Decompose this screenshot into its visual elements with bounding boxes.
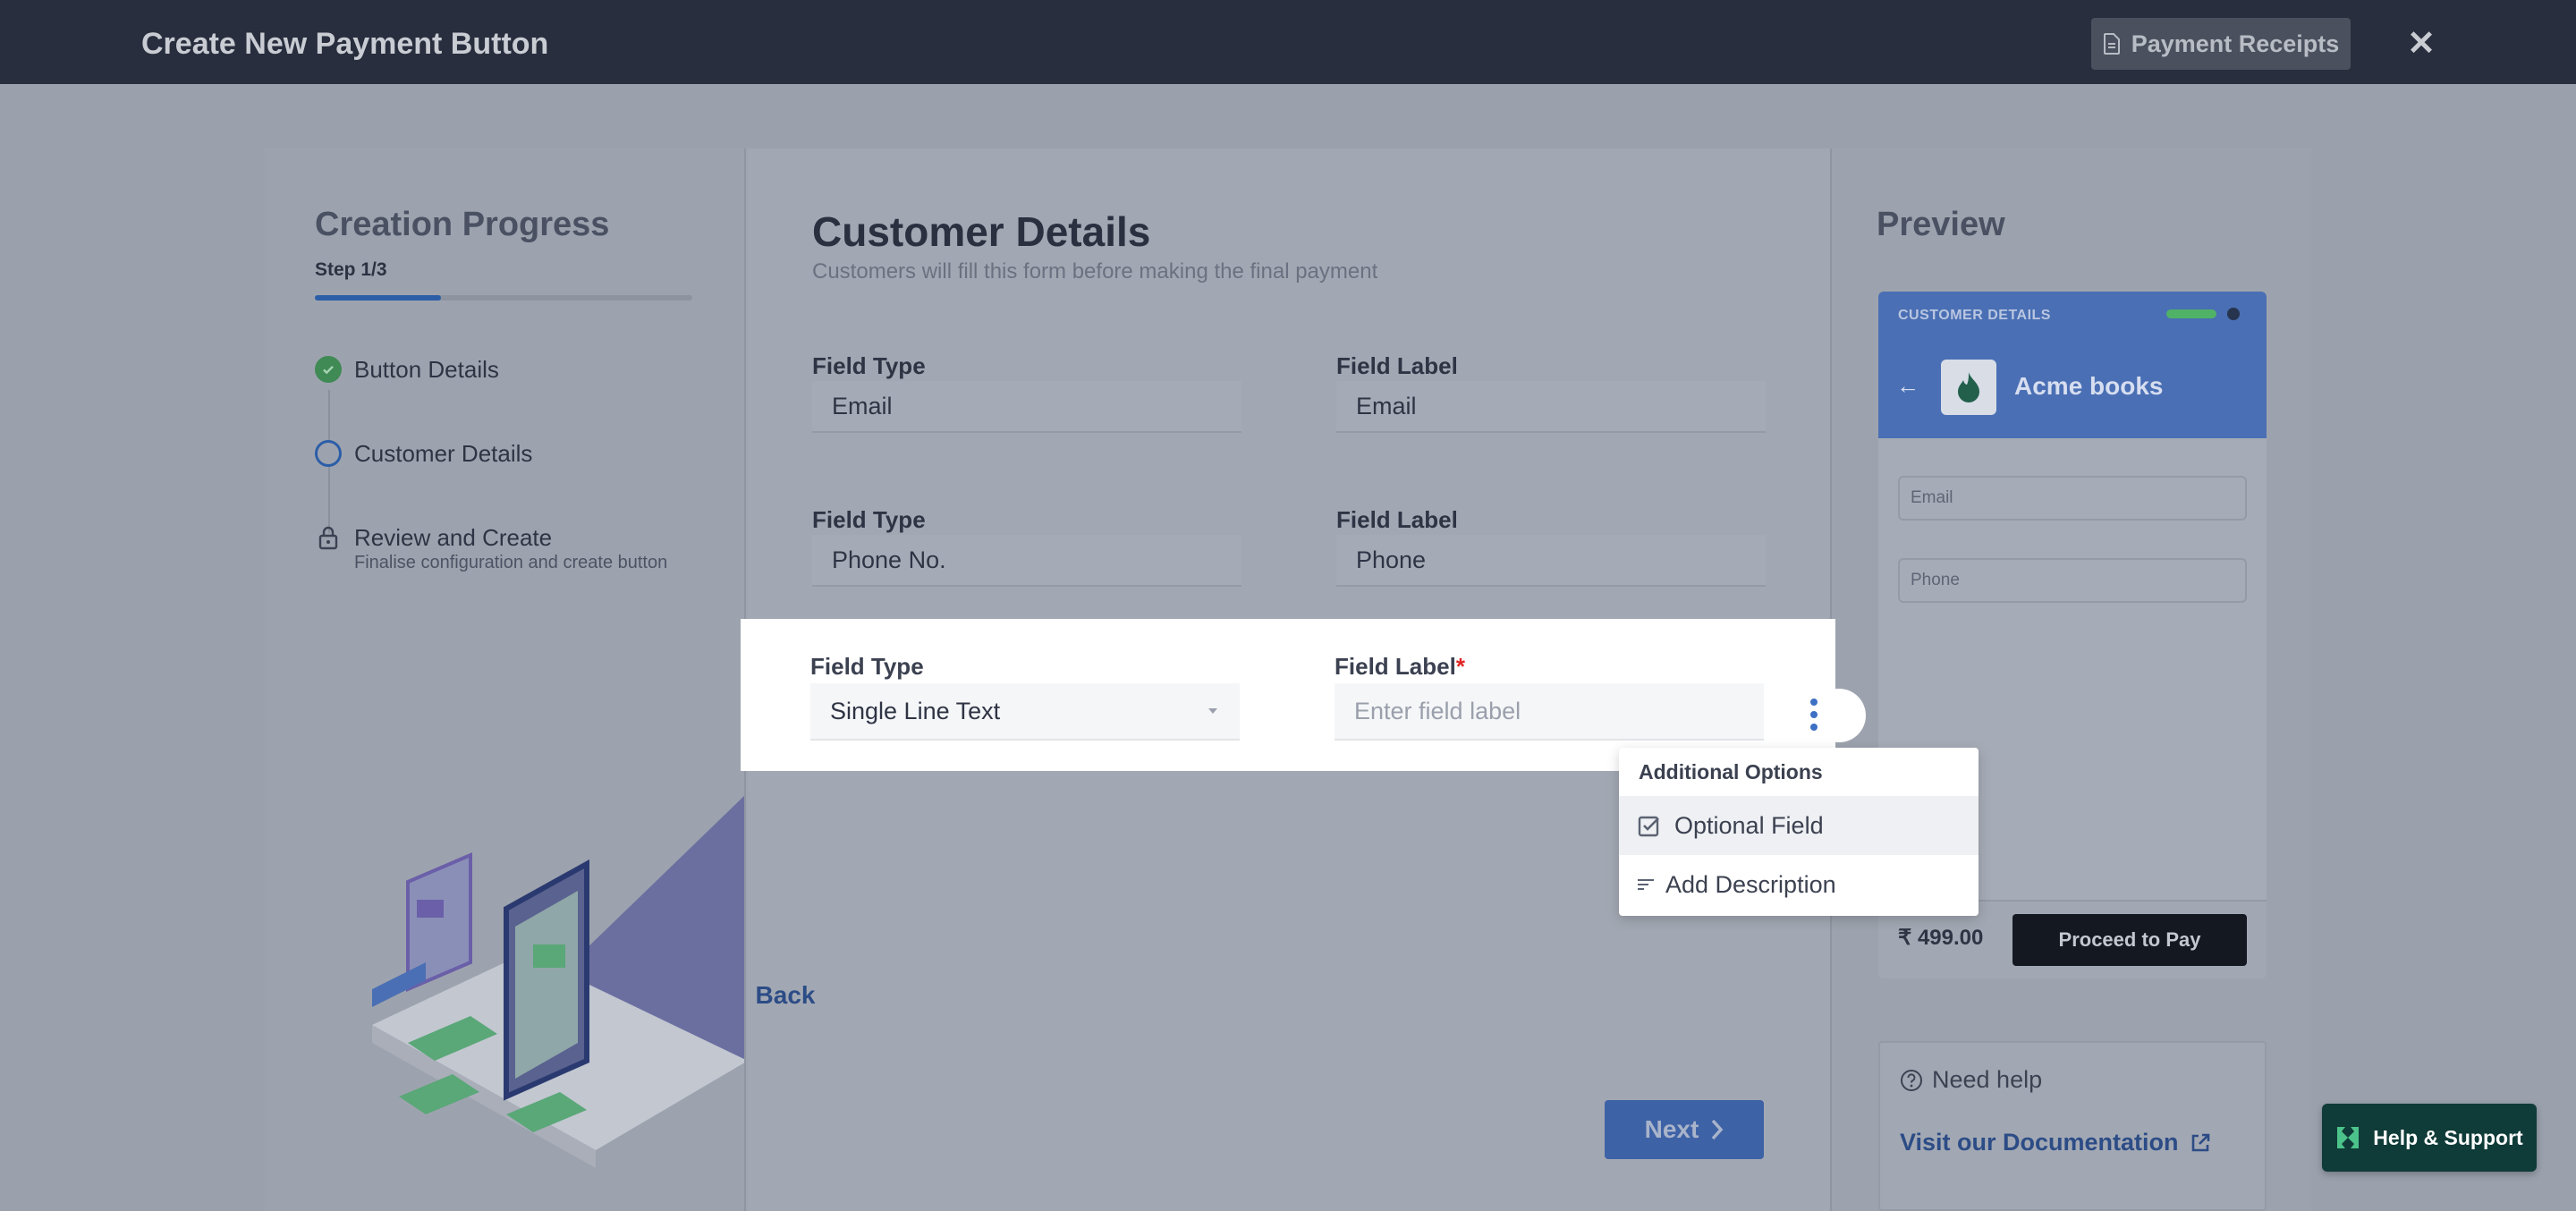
circle-icon (315, 440, 342, 467)
help-support-button[interactable]: Help & Support (2322, 1104, 2537, 1172)
field-label-input[interactable]: Enter field label (1335, 683, 1764, 741)
page-title: Create New Payment Button (141, 27, 549, 61)
document-icon (2103, 33, 2120, 55)
step-label: Review and Create (354, 524, 553, 551)
help-support-icon (2337, 1127, 2360, 1148)
step-description: Finalise configuration and create button (354, 553, 668, 572)
progress-panel: Creation Progress Step 1/3 Button Detail… (265, 148, 746, 1211)
step-counter: Step 1/3 (315, 259, 387, 280)
question-circle-icon (1901, 1069, 1922, 1091)
close-icon: ✕ (2407, 24, 2436, 63)
menu-item-add-description[interactable]: Add Description (1619, 855, 1979, 914)
next-button[interactable]: Next (1605, 1100, 1764, 1159)
field-label-text: Field Label (1335, 653, 1456, 680)
required-marker: * (1455, 653, 1465, 680)
menu-item-label: Optional Field (1674, 811, 1824, 839)
need-help-label: Need help (1932, 1066, 2043, 1093)
documentation-link[interactable]: Visit our Documentation (1900, 1129, 2211, 1156)
step-button-details[interactable]: Button Details (315, 356, 499, 383)
merchant-logo (1941, 360, 1996, 415)
progress-title: Creation Progress (315, 206, 610, 243)
preview-progress-bar (2166, 309, 2216, 318)
next-label: Next (1644, 1115, 1699, 1143)
step-label: Button Details (354, 356, 499, 383)
external-link-icon (2191, 1133, 2209, 1151)
preview-price: ₹ 499.00 (1898, 926, 1984, 950)
documentation-link-label: Visit our Documentation (1900, 1129, 2179, 1156)
preview-header-label: CUSTOMER DETAILS (1898, 308, 2051, 323)
more-options-button[interactable] (1787, 690, 1841, 739)
field-label-label: Field Label (1336, 352, 1458, 379)
field-label-label: Field Label (1336, 506, 1458, 533)
section-subtitle: Customers will fill this form before mak… (812, 259, 1378, 284)
field-label-input[interactable]: Email (1336, 381, 1766, 433)
flame-icon (1958, 372, 1979, 402)
proceed-to-pay-button: Proceed to Pay (2012, 914, 2247, 966)
preview-panel: Preview CUSTOMER DETAILS ← Acme books Em… (1830, 148, 2311, 1211)
chevron-right-icon (1712, 1119, 1724, 1140)
step-review-and-create[interactable]: Review and Create Finalise configuration… (315, 524, 667, 574)
field-type-select[interactable]: Email (812, 381, 1241, 433)
preview-progress-dot (2227, 308, 2240, 320)
close-button[interactable]: ✕ (2406, 21, 2436, 64)
step-customer-details[interactable]: Customer Details (315, 440, 532, 467)
field-type-label: Field Type (812, 506, 926, 533)
field-type-dropdown[interactable]: Single Line Text (810, 683, 1240, 741)
field-label-input[interactable]: Phone (1336, 535, 1766, 587)
need-help: Need help (1900, 1066, 2042, 1094)
field-type-select[interactable]: Phone No. (812, 535, 1241, 587)
top-bar: Create New Payment Button Payment Receip… (0, 0, 2576, 84)
check-circle-icon (315, 356, 342, 383)
back-button[interactable]: Back (741, 966, 830, 1025)
field-label-label: Field Label* (1335, 653, 1465, 681)
menu-item-label: Add Description (1665, 870, 1836, 898)
progress-bar (315, 295, 692, 301)
payment-illustration (372, 795, 744, 1168)
help-card: Need help Visit our Documentation (1878, 1041, 2267, 1211)
payment-receipts-label: Payment Receipts (2131, 30, 2340, 57)
arrow-left-icon: ← (1896, 372, 1919, 399)
kebab-menu-icon (1810, 699, 1818, 731)
merchant-name: Acme books (2014, 372, 2164, 400)
preview-phone-field: Phone (1898, 558, 2247, 603)
preview-header: CUSTOMER DETAILS ← Acme books (1878, 292, 2267, 438)
text-lines-icon (1638, 879, 1654, 890)
lock-icon (315, 524, 342, 551)
payment-receipts-button[interactable]: Payment Receipts (2091, 18, 2351, 70)
step-label: Customer Details (354, 440, 533, 467)
menu-header: Additional Options (1639, 760, 1823, 783)
progress-bar-fill (315, 295, 441, 301)
help-support-label: Help & Support (2373, 1125, 2523, 1149)
field-type-label: Field Type (810, 653, 924, 680)
section-title: Customer Details (812, 208, 1151, 255)
preview-email-field: Email (1898, 476, 2247, 521)
preview-title: Preview (1877, 206, 2005, 243)
field-type-value: Single Line Text (830, 697, 1001, 724)
menu-item-optional-field[interactable]: Optional Field (1619, 796, 1979, 855)
additional-options-menu: Additional Options Optional Field Add De… (1619, 748, 1979, 916)
field-type-label: Field Type (812, 352, 926, 379)
checkbox-icon (1638, 816, 1659, 837)
caret-down-icon (1208, 708, 1217, 714)
